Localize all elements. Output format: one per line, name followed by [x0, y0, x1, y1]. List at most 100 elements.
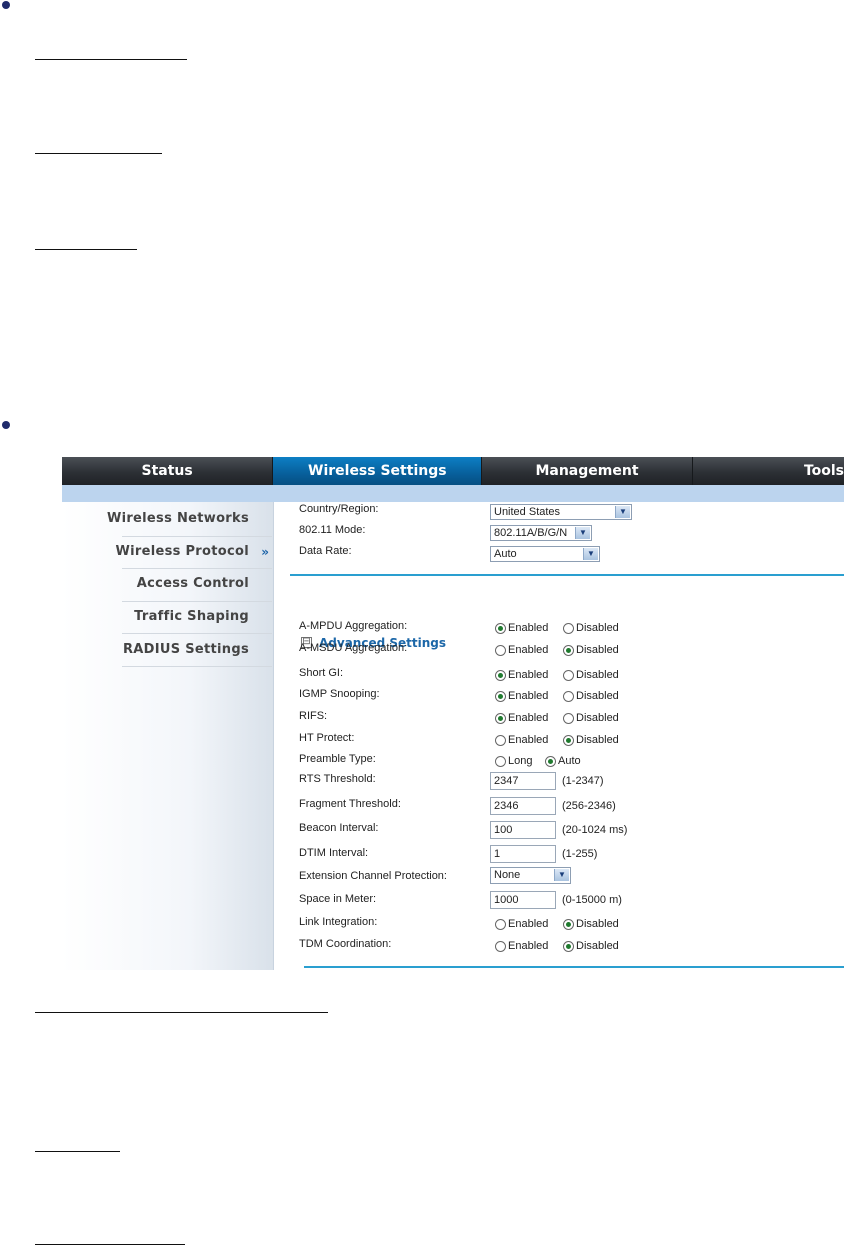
radio-option[interactable]: Disabled [563, 914, 619, 934]
setting-label: TDM Coordination: [299, 938, 392, 950]
radio-circle-icon [563, 669, 574, 681]
radio-option[interactable]: Enabled [495, 686, 548, 706]
underline-1 [35, 59, 187, 60]
space-input[interactable]: 1000 [490, 891, 556, 909]
radio-circle-icon [563, 712, 574, 724]
chevron-down-icon: ▼ [615, 506, 630, 518]
setting-label: IGMP Snooping: [299, 688, 380, 700]
sidebar-label: Wireless Protocol [115, 544, 249, 559]
radio-label: Enabled [508, 712, 549, 724]
radio-circle-icon [495, 669, 506, 681]
radio-circle-icon [563, 734, 574, 746]
radio-option[interactable]: Enabled [495, 914, 548, 934]
radio-label: Enabled [508, 669, 549, 681]
setting-label: RIFS: [299, 710, 328, 722]
rate-label: Data Rate: [299, 545, 352, 557]
rate-value: Auto [494, 548, 517, 560]
radio-option[interactable]: Disabled [563, 708, 619, 728]
country-label: Country/Region: [299, 503, 379, 515]
radio-circle-icon [495, 918, 506, 930]
sidebar-item-access-control[interactable]: Access Control [62, 568, 273, 600]
sidebar-item-radius-settings[interactable]: RADIUS Settings [62, 634, 273, 666]
radio-option[interactable]: Disabled [563, 686, 619, 706]
radio-circle-icon [545, 755, 556, 767]
radio-option[interactable]: Enabled [495, 936, 548, 956]
radio-circle-icon [563, 644, 574, 656]
radio-option[interactable]: Enabled [495, 640, 548, 660]
country-select[interactable]: United States ▼ [490, 504, 632, 520]
tab-status[interactable]: Status [62, 457, 274, 485]
setting-label: A-MSDU Aggregation: [299, 642, 408, 654]
underline-3 [35, 249, 137, 250]
extension-label: Extension Channel Protection: [299, 870, 447, 882]
underline-2 [35, 153, 162, 154]
radio-label: Enabled [508, 734, 549, 746]
radio-option[interactable]: Enabled [495, 618, 548, 638]
sidebar-item-wireless-protocol[interactable]: Wireless Protocol » [62, 536, 273, 568]
radio-option[interactable]: Disabled [563, 936, 619, 956]
radio-circle-icon [563, 940, 574, 952]
mode-value: 802.11A/B/G/N [494, 527, 568, 539]
main-content: Country/Region: United States ▼ 802.11 Mo… [290, 502, 844, 970]
radio-circle-icon [495, 755, 506, 767]
fragment-input[interactable]: 2346 [490, 797, 556, 815]
setting-label: Preamble Type: [299, 753, 376, 765]
divider [122, 666, 272, 667]
radio-label: Disabled [576, 940, 619, 952]
tab-management[interactable]: Management [482, 457, 693, 485]
radio-label: Long [508, 755, 533, 767]
space-label: Space in Meter: [299, 893, 377, 905]
radio-label: Disabled [576, 918, 619, 930]
radio-option[interactable]: Disabled [563, 640, 619, 660]
radio-circle-icon [495, 734, 506, 746]
radio-option[interactable]: Auto [545, 751, 581, 771]
sidebar-label: RADIUS Settings [122, 642, 249, 657]
rts-input[interactable]: 2347 [490, 772, 556, 790]
underline-4 [35, 1012, 328, 1013]
beacon-input[interactable]: 100 [490, 821, 556, 839]
setting-label: A-MPDU Aggregation: [299, 620, 408, 632]
extension-value: None [494, 869, 521, 881]
sidebar-item-traffic-shaping[interactable]: Traffic Shaping [62, 601, 273, 633]
country-value: United States [494, 506, 561, 518]
radio-option[interactable]: Enabled [495, 665, 548, 685]
space-hint: (0-15000 m) [562, 894, 622, 906]
divider [290, 574, 844, 576]
setting-label: HT Protect: [299, 732, 355, 744]
radio-label: Enabled [508, 690, 549, 702]
radio-label: Disabled [576, 669, 619, 681]
sidebar-label: Access Control [136, 576, 249, 591]
radio-option[interactable]: Disabled [563, 618, 619, 638]
radio-option[interactable]: Enabled [495, 708, 548, 728]
chevron-down-icon: ▼ [583, 548, 598, 560]
radio-label: Disabled [576, 644, 619, 656]
tab-wireless-settings[interactable]: Wireless Settings [273, 457, 483, 485]
radio-circle-icon [495, 644, 506, 656]
radio-label: Enabled [508, 644, 549, 656]
radio-label: Enabled [508, 918, 549, 930]
dtim-input[interactable]: 1 [490, 845, 556, 863]
radio-option[interactable]: Disabled [563, 730, 619, 750]
chevron-down-icon: ▼ [575, 527, 590, 539]
radio-circle-icon [495, 940, 506, 952]
setting-label: Link Integration: [299, 916, 378, 928]
radio-circle-icon [563, 622, 574, 634]
sub-nav-bar [62, 485, 844, 502]
rts-hint: (1-2347) [562, 775, 604, 787]
underline-5 [35, 1151, 120, 1152]
beacon-label: Beacon Interval: [299, 822, 379, 834]
rate-select[interactable]: Auto ▼ [490, 546, 600, 562]
radio-circle-icon [563, 918, 574, 930]
top-nav: Status Wireless Settings Management Tool… [62, 457, 844, 485]
sidebar-item-wireless-networks[interactable]: Wireless Networks [62, 503, 273, 535]
radio-option[interactable]: Enabled [495, 730, 548, 750]
extension-select[interactable]: None ▼ [490, 867, 571, 884]
radio-option[interactable]: Long [495, 751, 532, 771]
fragment-label: Fragment Threshold: [299, 798, 401, 810]
radio-circle-icon [495, 690, 506, 702]
radio-option[interactable]: Disabled [563, 665, 619, 685]
tab-tools[interactable]: Tools [693, 457, 844, 485]
rts-label: RTS Threshold: [299, 773, 376, 785]
mode-select[interactable]: 802.11A/B/G/N ▼ [490, 525, 592, 541]
router-admin-screenshot: Status Wireless Settings Management Tool… [62, 457, 844, 970]
